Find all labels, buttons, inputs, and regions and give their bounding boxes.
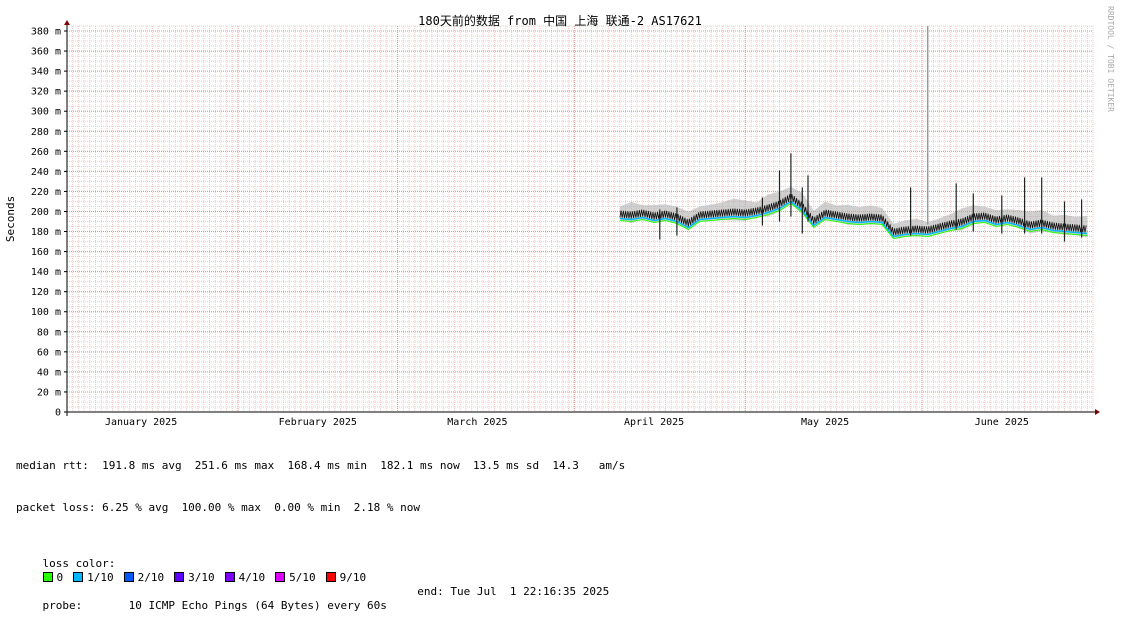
y-tick-label: 160 m — [31, 247, 61, 258]
loss-color-text: 5/10 — [289, 571, 316, 584]
x-tick-label: February 2025 — [279, 417, 357, 428]
y-tick-label: 240 m — [31, 167, 61, 178]
loss-color-swatch — [42, 572, 53, 582]
y-tick-label: 340 m — [31, 67, 61, 78]
y-tick-label: 220 m — [31, 187, 61, 198]
loss-color-text: 2/10 — [137, 571, 165, 584]
probe-row: probe: 10 ICMP Echo Pings (64 Bytes) eve… — [16, 585, 625, 612]
loss-color-swatch — [224, 572, 235, 582]
loss-color-swatch — [73, 572, 84, 582]
loss-color-text: 4/10 — [238, 571, 266, 584]
y-tick-label: 360 m — [31, 47, 61, 58]
chart-legend: median rtt: 191.8 ms avg 251.6 ms max 16… — [16, 431, 625, 613]
rtt-stats-line: median rtt: 191.8 ms avg 251.6 ms max 16… — [16, 459, 626, 472]
x-tick-label: May 2025 — [801, 417, 849, 428]
x-tick-label: April 2025 — [624, 417, 684, 428]
y-tick-label: 300 m — [31, 107, 61, 118]
loss-color-item: 3/10 — [174, 571, 215, 584]
loss-color-item: 9/10 — [325, 571, 367, 584]
y-tick-label: 40 m — [37, 367, 61, 378]
loss-color-swatch — [174, 572, 185, 582]
x-tick-label: June 2025 — [975, 417, 1029, 428]
y-tick-label: 280 m — [31, 127, 61, 138]
watermark: RRDTOOL / TOBI OETIKER — [1106, 6, 1115, 112]
rtt-chart: 0 20 m 40 m 60 m 80 m 100 m 120 m 140 m 160 m 180… — [4, 6, 1115, 428]
y-tick-label: 100 m — [31, 307, 61, 318]
loss-color-item: 1/10 — [73, 571, 114, 584]
loss-color-label: loss color: — [42, 557, 116, 570]
y-ticks: 0 20 m 40 m 60 m 80 m 100 m 120 m 140 m 160 m 180… — [31, 27, 67, 419]
y-axis-arrow — [64, 20, 70, 25]
y-tick-label: 80 m — [37, 327, 61, 338]
y-axis-label: Seconds — [4, 196, 17, 242]
y-tick-label: 320 m — [31, 87, 61, 98]
loss-color-item: 2/10 — [123, 571, 165, 584]
probe-line: probe: 10 ICMP Echo Pings (64 Bytes) eve… — [42, 599, 387, 612]
loss-color-swatch — [123, 572, 134, 582]
x-tick-label: March 2025 — [447, 417, 507, 428]
end-time: end: Tue Jul 1 22:16:35 2025 — [417, 585, 610, 598]
loss-color-item: 0 — [42, 571, 64, 584]
loss-color-swatch — [275, 572, 286, 582]
loss-color-swatch — [325, 572, 336, 582]
y-tick-label: 0 — [55, 408, 61, 419]
loss-color-text: 3/10 — [188, 571, 215, 584]
loss-color-swatches: 0 1/10 2/10 3/10 4/10 5/10 9/10 — [42, 571, 377, 584]
loss-color-text: 9/10 — [339, 571, 367, 584]
chart-title: 180天前的数据 from 中国 上海 联通-2 AS17621 — [418, 13, 702, 28]
loss-color-item: 5/10 — [275, 571, 316, 584]
loss-color-row: loss color: 0 1/10 2/10 3/10 4/10 5/10 9/10 — [16, 543, 625, 584]
packet-loss-line: packet loss: 6.25 % avg 100.00 % max 0.0… — [16, 501, 420, 514]
y-tick-label: 140 m — [31, 267, 61, 278]
y-tick-label: 260 m — [31, 147, 61, 158]
x-tick-label: January 2025 — [105, 417, 177, 428]
y-tick-label: 120 m — [31, 287, 61, 298]
y-tick-label: 380 m — [31, 27, 61, 38]
y-tick-label: 200 m — [31, 207, 61, 218]
y-tick-label: 20 m — [37, 387, 61, 398]
loss-color-item: 4/10 — [224, 571, 266, 584]
y-tick-label: 180 m — [31, 227, 61, 238]
x-axis-arrow — [1095, 409, 1100, 415]
loss-color-text: 1/10 — [87, 571, 114, 584]
loss-color-text: 0 — [56, 571, 64, 584]
x-ticks: January 2025 February 2025 March 2025 April… — [105, 417, 1029, 428]
y-tick-label: 60 m — [37, 347, 61, 358]
